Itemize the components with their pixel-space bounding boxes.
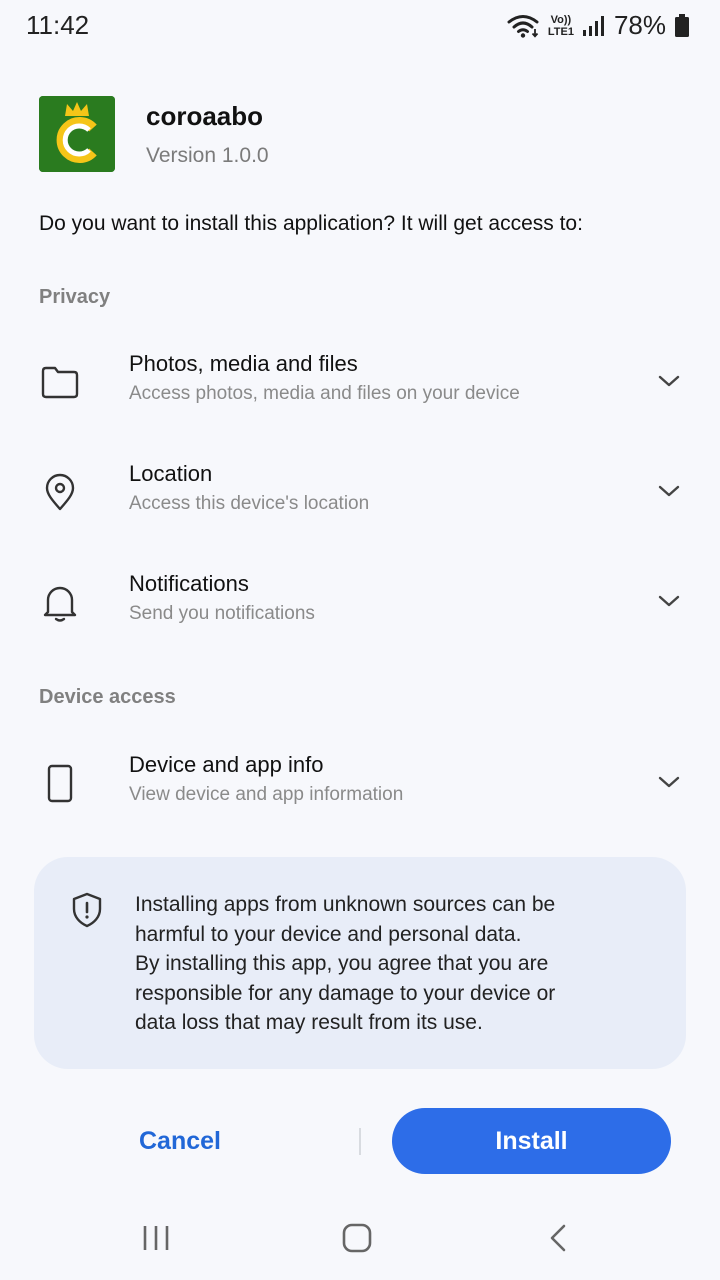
app-icon: [39, 96, 115, 172]
app-version: Version 1.0.0: [146, 144, 269, 167]
install-button[interactable]: Install: [392, 1108, 671, 1174]
warning-text: Installing apps from unknown sources can…: [135, 890, 655, 1038]
back-icon[interactable]: [543, 1222, 575, 1254]
crown-logo-icon: [39, 96, 115, 172]
permission-desc: Send you notifications: [129, 603, 315, 624]
app-name: coroaabo: [146, 101, 264, 131]
permission-location[interactable]: Location Access this device's location: [0, 461, 720, 541]
status-time: 11:42: [26, 10, 90, 40]
warning-line: harmful to your device and personal data…: [135, 922, 522, 946]
warning-line: responsible for any damage to your devic…: [135, 981, 556, 1005]
warning-line: data loss that may result from its use.: [135, 1011, 483, 1035]
home-icon[interactable]: [341, 1222, 373, 1254]
permission-desc: View device and app information: [129, 784, 404, 805]
permission-desc: Access photos, media and files on your d…: [129, 383, 520, 404]
volte-indicator: Vo)) LTE1: [548, 14, 574, 38]
section-device-access: Device access: [39, 686, 176, 708]
phone-icon: [47, 764, 73, 803]
shield-icon: [72, 892, 102, 928]
chevron-down-icon[interactable]: [655, 587, 683, 615]
chevron-down-icon[interactable]: [655, 477, 683, 505]
battery-icon: [675, 13, 689, 37]
permission-title: Notifications: [129, 571, 249, 596]
chevron-down-icon[interactable]: [655, 367, 683, 395]
status-icons: Vo)) LTE1 78%: [506, 10, 690, 41]
permission-device-app-info[interactable]: Device and app info View device and app …: [0, 752, 720, 832]
permission-title: Photos, media and files: [129, 351, 358, 376]
battery-percent: 78%: [613, 10, 666, 40]
location-pin-icon: [45, 473, 75, 511]
button-divider: [359, 1128, 361, 1155]
signal-icon: [582, 15, 604, 36]
chevron-down-icon[interactable]: [655, 768, 683, 796]
permission-title: Device and app info: [129, 752, 324, 777]
bell-icon: [43, 586, 77, 622]
volte-label: Vo)): [550, 13, 572, 26]
install-prompt: Do you want to install this application?…: [39, 212, 583, 235]
permission-notifications[interactable]: Notifications Send you notifications: [0, 571, 720, 651]
permission-desc: Access this device's location: [129, 493, 370, 514]
recent-apps-icon[interactable]: [141, 1222, 173, 1254]
wifi-icon: [507, 14, 539, 38]
cancel-button[interactable]: Cancel: [60, 1108, 300, 1174]
warning-line: Installing apps from unknown sources can…: [135, 893, 556, 916]
permission-title: Location: [129, 461, 213, 486]
lte-label: LTE1: [547, 25, 574, 38]
warning-line: By installing this app, you agree that y…: [135, 952, 549, 976]
section-privacy: Privacy: [39, 286, 111, 308]
permission-photos-media-files[interactable]: Photos, media and files Access photos, m…: [0, 351, 720, 431]
folder-icon: [41, 366, 79, 399]
